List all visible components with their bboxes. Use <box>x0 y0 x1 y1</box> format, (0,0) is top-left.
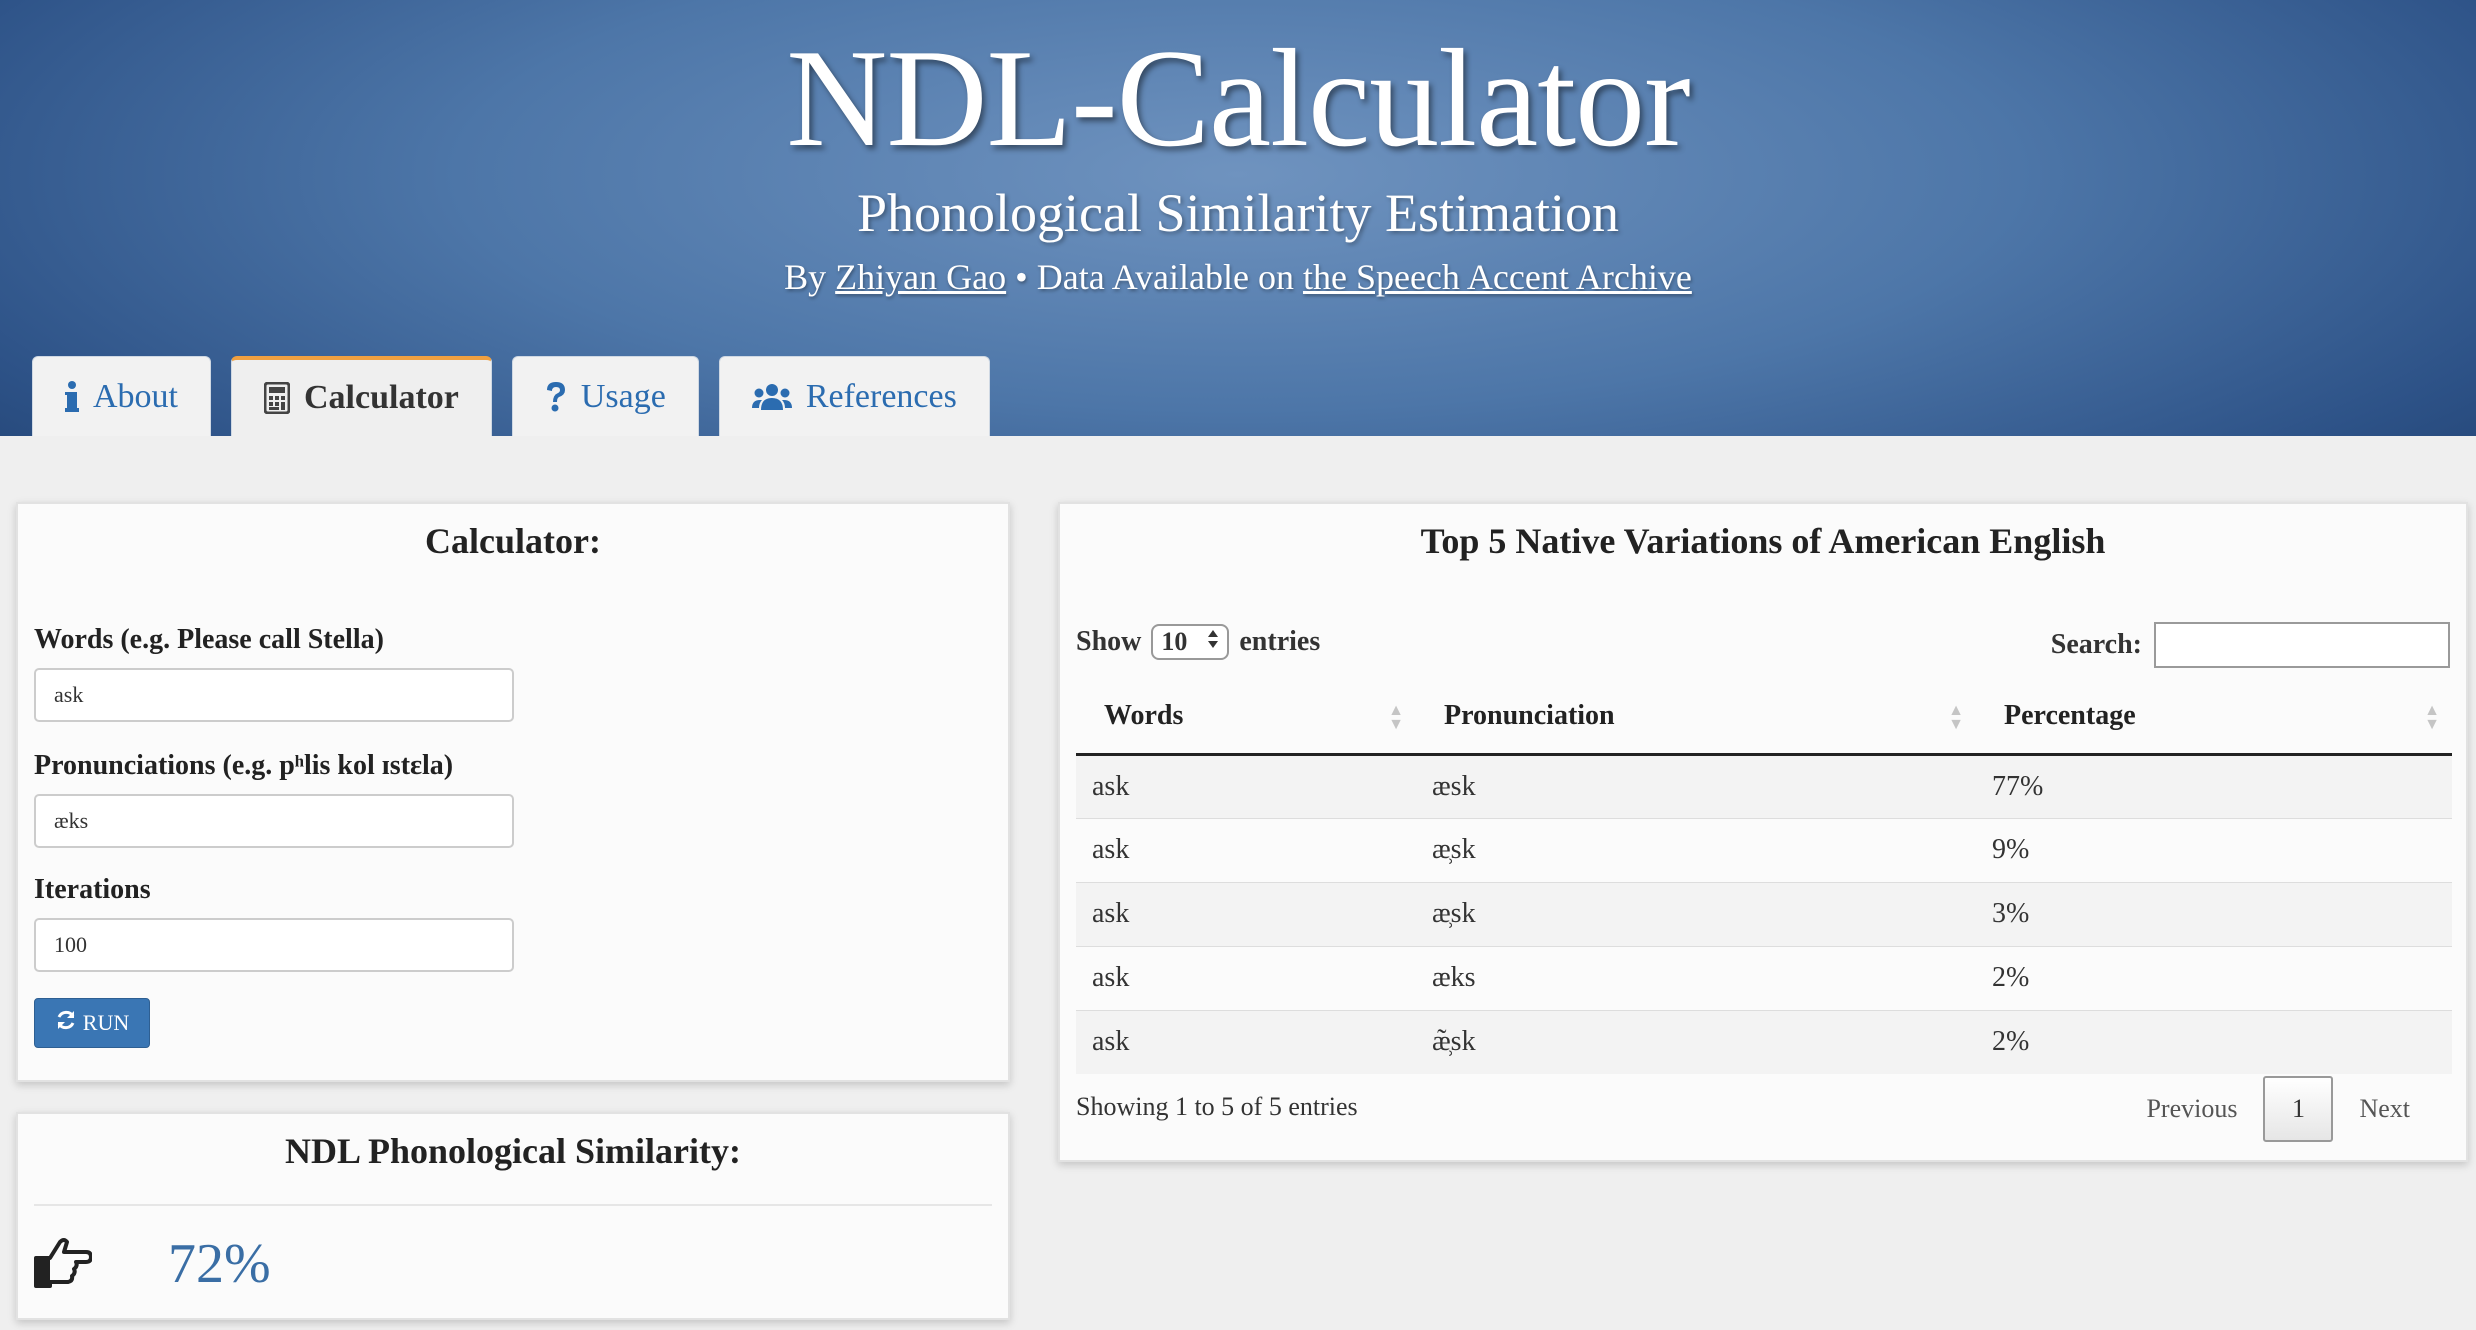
calculator-title: Calculator: <box>425 521 601 561</box>
words-label: Words (e.g. Please call Stella) <box>34 624 384 655</box>
entries-label: entries <box>1239 626 1321 657</box>
cell-pronunciation: æ̹sk <box>1416 881 1976 946</box>
page-1-button[interactable]: 1 <box>2263 1076 2334 1142</box>
table-row: ask æ̹sk 9% <box>1076 817 2452 882</box>
question-icon <box>545 381 567 413</box>
words-input[interactable]: ask <box>34 668 514 722</box>
cell-word: ask <box>1076 753 1416 818</box>
table-row: ask æ̹̃sk 2% <box>1076 1009 2452 1074</box>
info-icon <box>65 380 79 413</box>
archive-link[interactable]: the Speech Accent Archive <box>1303 257 1692 297</box>
cell-pronunciation: æsk <box>1416 753 1976 818</box>
cell-percentage: 3% <box>1976 881 2452 946</box>
pagination: Previous 1 Next <box>2120 1076 2436 1142</box>
cell-word: ask <box>1076 1009 1416 1074</box>
table-info: Showing 1 to 5 of 5 entries <box>1076 1092 1358 1121</box>
cell-percentage: 77% <box>1976 753 2452 818</box>
sort-icon: ▲ ▼ <box>1388 702 1404 733</box>
author-link[interactable]: Zhiyan Gao <box>835 257 1006 297</box>
run-button[interactable]: RUN <box>34 998 150 1048</box>
sort-icon: ▲ ▼ <box>1948 702 1964 733</box>
iterations-label: Iterations <box>34 874 151 905</box>
app-title: NDL-Calculator <box>786 21 1690 176</box>
column-header-percentage-label: Percentage <box>2004 700 2136 732</box>
iterations-input[interactable]: 100 <box>34 918 514 972</box>
cell-percentage: 2% <box>1976 945 2452 1010</box>
cell-pronunciation: æ̹sk <box>1416 817 1976 882</box>
tab-calculator-label: Calculator <box>304 379 459 416</box>
sort-icon: ▲ ▼ <box>2424 702 2440 733</box>
tab-usage[interactable]: Usage <box>511 356 699 436</box>
show-label: Show <box>1076 626 1142 657</box>
tab-references-label: References <box>805 377 957 415</box>
column-header-words-label: Words <box>1104 700 1184 732</box>
variations-title: Top 5 Native Variations of American Engl… <box>1420 521 2106 561</box>
variations-panel: Top 5 Native Variations of American Engl… <box>1058 502 2468 1162</box>
similarity-value: 72% <box>168 1233 271 1295</box>
search-label: Search: <box>2050 629 2142 660</box>
column-header-words[interactable]: Words ▲ ▼ <box>1076 680 1416 756</box>
column-header-pronunciation[interactable]: Pronunciation ▲ ▼ <box>1416 680 1976 756</box>
tab-usage-label: Usage <box>580 377 666 415</box>
table-row: ask æ̹sk 3% <box>1076 881 2452 946</box>
byline: By Zhiyan Gao • Data Available on the Sp… <box>0 256 2476 298</box>
table-row: ask æks 2% <box>1076 945 2452 1010</box>
cell-percentage: 9% <box>1976 817 2452 882</box>
cell-percentage: 2% <box>1976 1009 2452 1074</box>
calculator-panel: Calculator: Words (e.g. Please call Stel… <box>16 502 1010 1082</box>
pronunciations-label: Pronunciations (e.g. pʰlis kol ɪstɛla) <box>34 750 454 781</box>
app-subtitle: Phonological Similarity Estimation <box>857 183 1619 243</box>
page-header: NDL-Calculator Phonological Similarity E… <box>0 0 2476 436</box>
table-row: ask æsk 77% <box>1076 753 2452 818</box>
byline-by: By <box>784 257 827 297</box>
select-arrows-icon <box>1207 627 1219 657</box>
entries-length-value: 10 <box>1161 627 1188 656</box>
cell-word: ask <box>1076 817 1416 882</box>
entries-length-select[interactable]: 10 <box>1151 624 1230 660</box>
next-button[interactable]: Next <box>2333 1094 2436 1124</box>
cell-word: ask <box>1076 945 1416 1010</box>
previous-button[interactable]: Previous <box>2120 1094 2263 1124</box>
byline-separator: • Data Available on <box>1015 257 1294 297</box>
cell-pronunciation: æ̹̃sk <box>1416 1009 1976 1074</box>
variations-table: Words ▲ ▼ Pronunciation ▲ ▼ Percentage ▲ ▼ ask… <box>1076 680 2452 1074</box>
calculator-icon <box>264 382 290 414</box>
tab-references[interactable]: References <box>718 356 990 436</box>
users-icon <box>751 383 792 411</box>
similarity-divider <box>34 1204 992 1206</box>
run-button-label: RUN <box>82 1010 130 1035</box>
cell-pronunciation: æks <box>1416 945 1976 1010</box>
tab-about-label: About <box>93 377 178 415</box>
column-header-pronunciation-label: Pronunciation <box>1444 700 1615 732</box>
tab-about[interactable]: About <box>32 356 211 436</box>
similarity-title: NDL Phonological Similarity: <box>284 1131 741 1171</box>
column-header-percentage[interactable]: Percentage ▲ ▼ <box>1976 680 2452 756</box>
tab-calculator[interactable]: Calculator <box>231 356 492 436</box>
table-search: Search: <box>2051 622 2450 668</box>
refresh-icon <box>55 1009 77 1037</box>
search-input[interactable] <box>2154 622 2450 668</box>
entries-length-control: Show 10 entries <box>1076 624 1320 660</box>
tab-bar: About Calculator Usage References <box>32 356 990 436</box>
table-header-row: Words ▲ ▼ Pronunciation ▲ ▼ Percentage ▲ ▼ <box>1076 680 2452 756</box>
similarity-panel: NDL Phonological Similarity: 72% <box>16 1112 1010 1320</box>
pronunciations-input[interactable]: æks <box>34 794 514 848</box>
hand-pointer-right-icon <box>32 1236 93 1295</box>
cell-word: ask <box>1076 881 1416 946</box>
